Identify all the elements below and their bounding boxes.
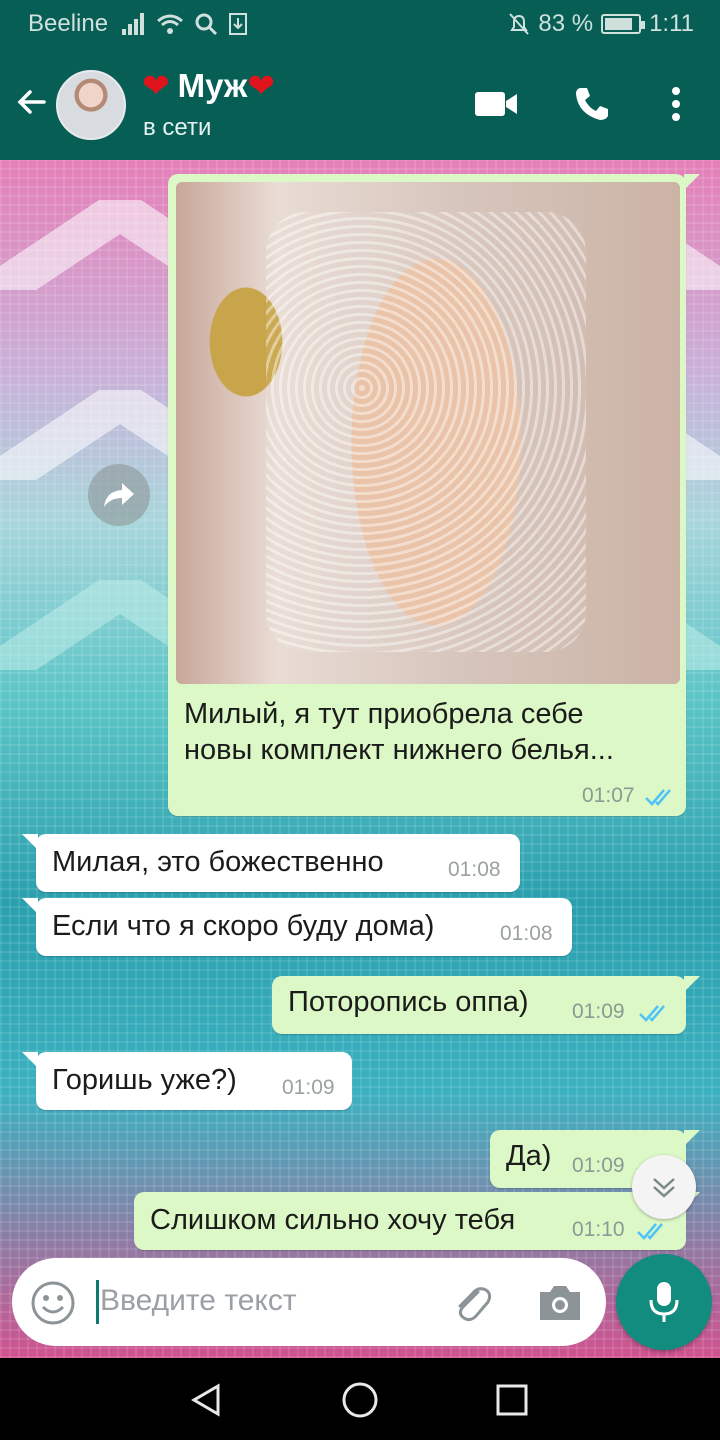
battery-icon (601, 14, 646, 34)
battery-percent: 83 % (538, 10, 594, 37)
message-text: Милый, я тут приобрела себе новы комплек… (184, 698, 614, 766)
read-ticks-icon (645, 789, 671, 806)
chat-area[interactable]: Милый, я тут приобрела себе новы комплек… (0, 160, 720, 1358)
forward-icon (104, 483, 134, 507)
heart-icon: ❤ (142, 67, 170, 104)
download-icon (229, 13, 247, 35)
message-text: Слишком сильно хочу тебя (150, 1204, 516, 1236)
voice-call-button[interactable] (568, 80, 616, 128)
signal-icon (122, 13, 144, 35)
read-ticks-icon (637, 1223, 663, 1240)
search-icon (195, 13, 218, 36)
heart-icon: ❤ (247, 67, 275, 104)
message-bubble-incoming[interactable]: Если что я скоро буду дома) 01:08 (22, 898, 572, 956)
camera-icon[interactable] (536, 1280, 584, 1326)
forward-button[interactable] (88, 464, 150, 526)
message-bubble-outgoing[interactable]: Милый, я тут приобрела себе новы комплек… (168, 174, 700, 816)
triangle-back-icon (191, 1383, 220, 1417)
system-nav-bar (0, 1358, 720, 1440)
message-text: Если что я скоро буду дома) (52, 910, 435, 942)
message-time: 01:09 (282, 1076, 335, 1099)
phone-icon (576, 88, 608, 120)
message-bubble-incoming[interactable]: Милая, это божественно 01:08 (22, 834, 520, 892)
message-time: 01:09 (572, 1000, 625, 1023)
contact-name[interactable]: ❤ Муж❤ (142, 66, 275, 105)
chat-header: ❤ Муж❤ в сети (0, 48, 720, 160)
status-bar: Beeline 83 % 1:11 (0, 0, 720, 48)
message-text: Милая, это божественно (52, 846, 384, 878)
scroll-down-button[interactable] (632, 1155, 696, 1219)
message-time: 01:08 (448, 858, 501, 881)
video-call-icon (475, 92, 517, 116)
avatar[interactable] (56, 70, 126, 140)
emoji-icon[interactable] (30, 1280, 76, 1326)
message-composer (12, 1258, 606, 1346)
wifi-icon (157, 14, 183, 34)
read-ticks-icon (639, 1005, 665, 1022)
status-icons-left (122, 12, 248, 36)
message-input[interactable] (100, 1276, 430, 1326)
attach-icon[interactable] (448, 1280, 494, 1326)
message-time: 01:10 (572, 1218, 625, 1241)
message-time: 01:08 (500, 922, 553, 945)
message-text: Поторопись оппа) (288, 986, 529, 1018)
more-options-button[interactable] (652, 80, 700, 128)
nav-home-button[interactable] (338, 1378, 382, 1422)
mic-icon (649, 1282, 679, 1322)
chevron-double-down-icon (653, 1178, 675, 1198)
message-bubble-incoming[interactable]: Горишь уже?) 01:09 (22, 1052, 352, 1110)
back-arrow-icon[interactable] (14, 84, 50, 120)
more-vert-icon (672, 87, 680, 121)
message-bubble-outgoing[interactable]: Поторопись оппа) 01:09 (272, 976, 700, 1034)
text-cursor (96, 1280, 99, 1324)
message-text: Да) (506, 1140, 552, 1172)
nav-recents-button[interactable] (490, 1378, 534, 1422)
contact-status: в сети (143, 114, 212, 141)
status-icons-right: 83 % 1:11 (508, 10, 694, 38)
nav-back-button[interactable] (184, 1378, 228, 1422)
message-time: 01:07 (582, 784, 635, 807)
message-time: 01:09 (572, 1154, 625, 1177)
voice-record-button[interactable] (616, 1254, 712, 1350)
circle-home-icon (342, 1382, 378, 1418)
message-photo[interactable] (176, 182, 680, 684)
message-bubble-outgoing[interactable]: Слишком сильно хочу тебя 01:10 (134, 1192, 700, 1250)
square-recents-icon (496, 1384, 528, 1416)
mute-bell-icon (509, 13, 530, 35)
carrier-name: Beeline (28, 10, 109, 37)
video-call-button[interactable] (472, 80, 520, 128)
message-text: Горишь уже?) (52, 1064, 237, 1096)
clock: 1:11 (649, 10, 694, 37)
